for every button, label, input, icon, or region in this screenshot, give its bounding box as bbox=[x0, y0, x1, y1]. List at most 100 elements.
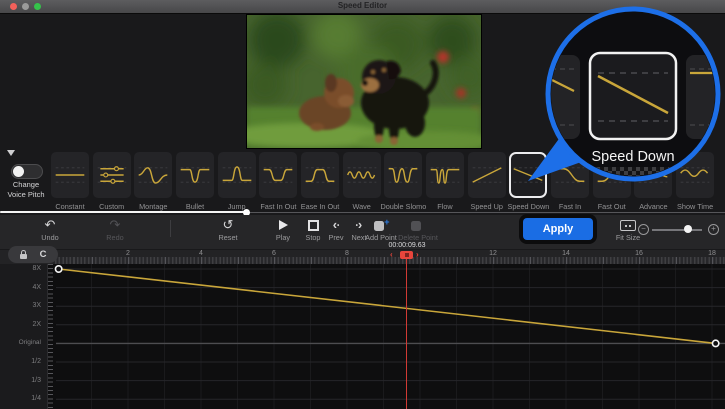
speed-level-13: 1/3 bbox=[1, 377, 41, 384]
magnified-neighbor-right bbox=[686, 55, 725, 139]
ruler-major-tick bbox=[639, 257, 640, 264]
ruler-major-tick bbox=[530, 257, 531, 264]
ruler-major-tick bbox=[712, 257, 713, 264]
ruler-tick-label: 12 bbox=[483, 250, 503, 257]
preset-fast-in-out[interactable]: Fast In Out bbox=[259, 152, 297, 198]
ruler-major-tick bbox=[384, 257, 385, 264]
speed-curve-canvas[interactable] bbox=[0, 264, 725, 409]
collapse-arrow-icon[interactable] bbox=[7, 150, 15, 156]
preset-thumbnail bbox=[301, 152, 339, 198]
speed-graph[interactable]: 8X4X3X2XOriginal1/21/31/4 bbox=[0, 264, 725, 409]
speed-editor-window: Speed Editor bbox=[0, 0, 725, 409]
preset-curve-icon bbox=[303, 161, 337, 189]
preset-double-slomo[interactable]: Double Slomo bbox=[384, 152, 422, 198]
preset-thumbnail bbox=[218, 152, 256, 198]
apply-button[interactable]: Apply bbox=[523, 218, 593, 240]
preset-curve-icon bbox=[678, 161, 712, 189]
preset-montage[interactable]: Montage bbox=[134, 152, 172, 198]
ruler-major-tick bbox=[347, 257, 348, 264]
reset-icon: ↺ bbox=[210, 218, 246, 233]
speed-level-2x: 2X bbox=[1, 321, 41, 328]
preset-thumbnail bbox=[134, 152, 172, 198]
curve-endpoint-handle[interactable] bbox=[712, 340, 718, 346]
preset-custom[interactable]: Custom bbox=[93, 152, 131, 198]
preset-thumbnail bbox=[93, 152, 131, 198]
preset-thumbnail bbox=[384, 152, 422, 198]
speed-level-12: 1/2 bbox=[1, 358, 41, 365]
video-preview bbox=[246, 14, 482, 149]
voice-pitch-label-line2: Voice Pitch bbox=[0, 190, 52, 199]
voice-pitch-toggle[interactable] bbox=[11, 164, 43, 179]
preset-flow[interactable]: Flow bbox=[426, 152, 464, 198]
preset-thumbnail bbox=[176, 152, 214, 198]
preset-label: Show Time bbox=[670, 202, 720, 211]
preset-thumbnail bbox=[509, 152, 547, 198]
preset-curve-icon bbox=[136, 161, 170, 189]
timeline-lock-pill: C bbox=[8, 246, 58, 263]
preset-curve-icon bbox=[53, 161, 87, 189]
ruler-major-tick bbox=[92, 257, 93, 264]
curve-endpoint-handle[interactable] bbox=[55, 266, 61, 272]
zoom-out-button[interactable]: − bbox=[638, 224, 649, 235]
curve-mode-icon[interactable]: C bbox=[40, 250, 47, 259]
preset-thumbnail bbox=[343, 152, 381, 198]
preset-jump[interactable]: Jump bbox=[218, 152, 256, 198]
preset-constant[interactable]: Constant bbox=[51, 152, 89, 198]
undo-icon: ↶ bbox=[32, 218, 68, 233]
ruler-tick-label: 16 bbox=[629, 250, 649, 257]
preset-speed-down[interactable]: Speed Down bbox=[509, 152, 547, 198]
playhead-line bbox=[406, 258, 407, 409]
scrollbar-filled bbox=[0, 211, 247, 213]
preset-advance[interactable]: Advance bbox=[634, 152, 672, 198]
preset-curve-icon bbox=[178, 161, 212, 189]
preset-fast-in[interactable]: Fast In bbox=[551, 152, 589, 198]
lock-icon[interactable] bbox=[20, 254, 27, 259]
preset-ease-in-out[interactable]: Ease In Out bbox=[301, 152, 339, 198]
speed-level-labels: 8X4X3X2XOriginal1/21/31/4 bbox=[0, 264, 48, 409]
toggle-knob bbox=[13, 166, 24, 177]
preset-bullet[interactable]: Bullet bbox=[176, 152, 214, 198]
ruler-tick-label: 18 bbox=[702, 250, 722, 257]
toolbar-separator bbox=[170, 220, 171, 237]
zoom-in-button[interactable]: + bbox=[708, 224, 719, 235]
playhead-right-arrow-icon[interactable]: › bbox=[416, 250, 419, 259]
preset-curve-icon bbox=[261, 161, 295, 189]
preset-curve-icon bbox=[386, 161, 420, 189]
playhead-left-arrow-icon[interactable]: ‹ bbox=[390, 250, 393, 259]
ruler-major-tick bbox=[603, 257, 604, 264]
preset-thumbnail bbox=[634, 152, 672, 198]
magnified-speed-down-tile bbox=[590, 53, 676, 139]
preset-wave[interactable]: Wave bbox=[343, 152, 381, 198]
preset-thumbnail bbox=[593, 152, 631, 198]
zoom-slider-track[interactable] bbox=[652, 229, 702, 231]
magnified-neighbor-left bbox=[536, 55, 580, 139]
reset-button[interactable]: ↺ Reset bbox=[210, 218, 246, 242]
preset-curve-icon bbox=[636, 161, 670, 189]
preset-curve-icon bbox=[511, 161, 545, 189]
playhead-timestamp: 00:00:09.63 bbox=[362, 242, 452, 249]
ruler-tick-label: 2 bbox=[118, 250, 138, 257]
preset-thumbnail bbox=[259, 152, 297, 198]
playhead-marker[interactable] bbox=[400, 251, 413, 259]
window-title: Speed Editor bbox=[0, 1, 725, 10]
ruler-major-tick bbox=[420, 257, 421, 264]
speed-level-8x: 8X bbox=[1, 265, 41, 272]
undo-button[interactable]: ↶ Undo bbox=[32, 218, 68, 242]
speed-level-4x: 4X bbox=[1, 284, 41, 291]
delete-point-button[interactable]: Delete Point bbox=[394, 218, 442, 242]
ruler-major-tick bbox=[311, 257, 312, 264]
preset-show-time[interactable]: Show Time bbox=[676, 152, 714, 198]
timeline-ruler[interactable]: 246812141618 bbox=[0, 250, 725, 264]
preset-curve-icon bbox=[220, 161, 254, 189]
speed-level-3x: 3X bbox=[1, 302, 41, 309]
preset-speed-up[interactable]: Speed Up bbox=[468, 152, 506, 198]
voice-pitch-label-line1: Change bbox=[0, 180, 52, 189]
preset-thumbnail bbox=[676, 152, 714, 198]
preset-curve-icon bbox=[345, 161, 379, 189]
preset-fast-out[interactable]: Fast Out bbox=[593, 152, 631, 198]
speed-level-14: 1/4 bbox=[1, 395, 41, 402]
ruler-major-tick bbox=[274, 257, 275, 264]
redo-button[interactable]: ↷ Redo bbox=[97, 218, 133, 242]
ruler-major-tick bbox=[201, 257, 202, 264]
zoom-slider-knob[interactable] bbox=[684, 225, 692, 233]
